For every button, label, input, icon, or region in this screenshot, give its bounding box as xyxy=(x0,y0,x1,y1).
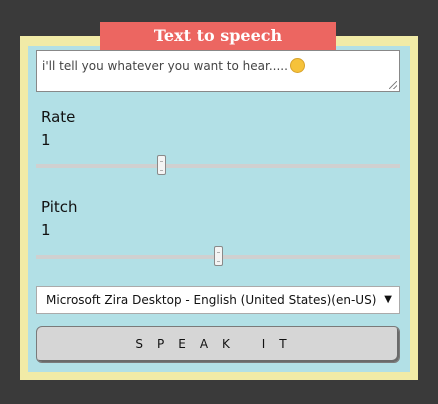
text-input[interactable]: i'll tell you whatever you want to hear.… xyxy=(36,50,400,92)
voice-select-value: Microsoft Zira Desktop - English (United… xyxy=(46,293,377,307)
rate-slider[interactable] xyxy=(36,155,400,175)
winking-face-icon xyxy=(289,58,305,73)
rate-label: Rate xyxy=(41,108,76,126)
dropdown-arrow-icon: ▼ xyxy=(384,294,392,305)
app-title: Text to speech xyxy=(100,22,336,50)
rate-value: 1 xyxy=(41,131,51,149)
app-panel xyxy=(28,46,410,372)
pitch-value: 1 xyxy=(41,221,51,239)
speak-button[interactable]: SPEAK IT xyxy=(36,326,400,363)
pitch-label: Pitch xyxy=(41,198,78,216)
rate-slider-thumb[interactable] xyxy=(157,155,166,175)
resize-grip-icon[interactable] xyxy=(389,81,397,89)
voice-select[interactable]: Microsoft Zira Desktop - English (United… xyxy=(36,286,400,314)
pitch-slider[interactable] xyxy=(36,246,400,266)
text-input-value: i'll tell you whatever you want to hear.… xyxy=(42,59,288,73)
pitch-slider-thumb[interactable] xyxy=(214,246,223,266)
